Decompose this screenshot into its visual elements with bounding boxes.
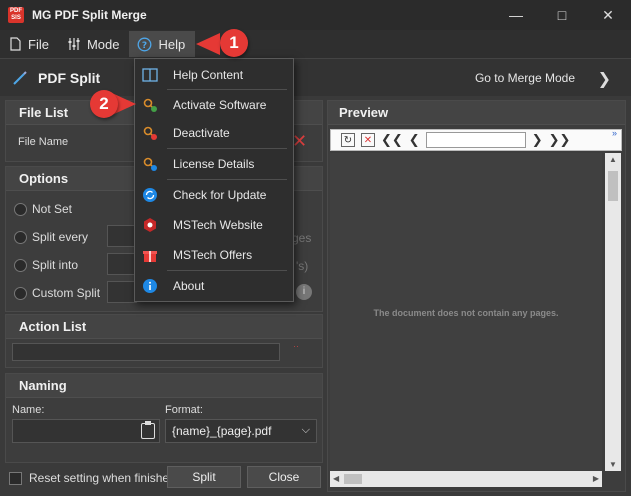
vertical-scroll-thumb[interactable] [608, 171, 618, 201]
svg-text:?: ? [142, 41, 147, 51]
action-list-heading: Action List [6, 315, 322, 339]
menu-separator [167, 89, 287, 90]
action-list-field[interactable] [12, 343, 280, 361]
next-page-icon[interactable]: ❯ [532, 132, 543, 148]
preview-canvas: The document does not contain any pages. [330, 153, 602, 471]
page-title: PDF Split [38, 69, 101, 86]
go-to-merge-mode-link[interactable]: Go to Merge Mode [475, 71, 575, 85]
help-menu-item-check-for-update[interactable]: Check for Update [135, 181, 293, 209]
reset-settings-label: Reset setting when finished [29, 471, 176, 485]
menu-mode[interactable]: Mode [59, 31, 130, 57]
split-into-input[interactable] [107, 253, 137, 275]
title-bar: PDF SIS MG PDF Split Merge — □ ✕ [0, 0, 631, 30]
key-check-icon [141, 96, 159, 114]
help-menu-item-activate-software[interactable]: Activate Software [135, 91, 293, 119]
naming-heading: Naming [6, 374, 322, 398]
file-icon [10, 37, 21, 51]
key-cross-icon [141, 124, 159, 142]
reset-settings-checkbox[interactable] [9, 471, 22, 485]
minimize-button[interactable]: — [493, 0, 539, 30]
chevron-right-icon[interactable]: ❯ [598, 69, 611, 89]
help-dropdown-menu: Help Content Activate Software Deactivat… [134, 58, 294, 302]
name-input[interactable] [12, 419, 160, 443]
name-label: Name: [12, 404, 45, 416]
option-custom-split[interactable]: Custom Split [14, 286, 100, 300]
file-name-column-header[interactable]: File Name [18, 136, 68, 148]
scroll-down-icon[interactable]: ▼ [609, 460, 617, 469]
menu-separator [167, 270, 287, 271]
book-icon [141, 66, 159, 84]
maximize-button[interactable]: □ [539, 0, 585, 30]
format-value: {name}_{page}.pdf [172, 424, 272, 438]
radio-not-set[interactable] [14, 202, 27, 216]
preview-toolbar: ↻ ✕ ❮❮ ❮ ❯ ❯❯ » [330, 128, 622, 151]
option-not-set[interactable]: Not Set [14, 202, 72, 216]
empty-preview-message: The document does not contain any pages. [373, 308, 559, 318]
refresh-preview-icon[interactable]: ↻ [341, 133, 355, 147]
close-preview-icon[interactable]: ✕ [361, 133, 375, 147]
callout-step-1: 1 [220, 29, 248, 57]
option-split-into[interactable]: Split into [14, 258, 78, 272]
help-menu-item-about[interactable]: About [135, 272, 293, 300]
previous-page-icon[interactable]: ❮ [409, 132, 420, 148]
action-list-remove-icon[interactable]: ·· [293, 341, 299, 351]
menu-help[interactable]: ? Help [129, 31, 196, 57]
help-menu-item-mstech-offers[interactable]: MSTech Offers [135, 241, 293, 269]
menu-bar: File Mode ? Help [0, 30, 631, 58]
callout-step-2: 2 [90, 90, 118, 118]
menu-separator [167, 148, 287, 149]
horizontal-scroll-thumb[interactable] [344, 474, 362, 484]
bottom-bar: Reset setting when finished Split Close [5, 465, 323, 491]
first-page-icon[interactable]: ❮❮ [381, 132, 403, 148]
close-window-button[interactable]: ✕ [585, 0, 631, 30]
split-every-input[interactable] [107, 225, 137, 247]
radio-split-into[interactable] [14, 258, 27, 272]
remove-file-icon[interactable]: ✕ [292, 131, 307, 152]
scroll-right-icon[interactable]: ▶ [593, 474, 599, 483]
option-split-every[interactable]: Split every [14, 230, 88, 244]
help-menu-item-license-details[interactable]: License Details [135, 150, 293, 178]
naming-section: Naming Name: Format: {name}_{page}.pdf ⌵ [5, 373, 323, 463]
radio-custom-split[interactable] [14, 286, 27, 300]
custom-split-input[interactable] [107, 281, 137, 303]
action-list-section: Action List ·· [5, 314, 323, 368]
preview-heading: Preview [328, 101, 625, 125]
format-label: Format: [165, 404, 203, 416]
page-number-input[interactable] [425, 132, 526, 148]
clipboard-icon[interactable] [141, 421, 155, 439]
menu-separator [167, 179, 287, 180]
sliders-icon [68, 38, 80, 50]
last-page-icon[interactable]: ❯❯ [549, 132, 571, 148]
vertical-scrollbar[interactable]: ▲ ▼ [605, 153, 621, 471]
preview-panel: Preview ↻ ✕ ❮❮ ❮ ❯ ❯❯ » The document doe… [327, 100, 626, 492]
scroll-left-icon[interactable]: ◀ [333, 474, 339, 483]
mode-header: PDF Split Go to Merge Mode ❯ [0, 58, 631, 96]
toolbar-overflow-icon[interactable]: » [612, 128, 617, 138]
gift-icon [141, 246, 159, 264]
key-info-icon [141, 155, 159, 173]
refresh-icon [141, 186, 159, 204]
help-icon: ? [138, 37, 152, 51]
chevron-down-icon: ⌵ [301, 424, 310, 436]
globe-icon [141, 216, 159, 234]
pages-unit-label: ges [292, 231, 312, 245]
split-pen-icon [13, 70, 27, 85]
close-button[interactable]: Close [247, 466, 321, 488]
files-unit-label: 's) [296, 259, 309, 273]
app-logo-icon: PDF SIS [8, 7, 24, 23]
help-menu-item-mstech-website[interactable]: MSTech Website [135, 211, 293, 239]
help-menu-item-help-content[interactable]: Help Content [135, 61, 293, 89]
radio-split-every[interactable] [14, 230, 27, 244]
menu-file[interactable]: File [0, 31, 59, 57]
split-button[interactable]: Split [167, 466, 241, 488]
window-title: MG PDF Split Merge [32, 8, 147, 22]
format-select[interactable]: {name}_{page}.pdf ⌵ [165, 419, 317, 443]
horizontal-scrollbar[interactable]: ◀ ▶ [330, 471, 602, 487]
custom-split-info-icon[interactable]: i [296, 284, 312, 300]
help-menu-item-deactivate[interactable]: Deactivate [135, 119, 293, 147]
info-icon [141, 277, 159, 295]
scroll-up-icon[interactable]: ▲ [609, 155, 617, 164]
